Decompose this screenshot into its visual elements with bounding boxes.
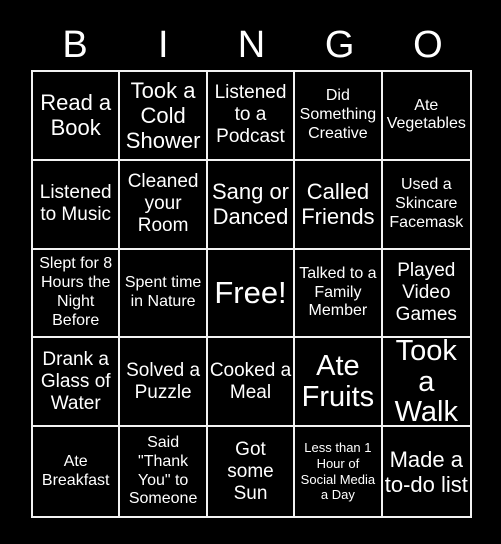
header-letter-n: N xyxy=(237,24,266,66)
bingo-header: B I N G O xyxy=(31,20,472,70)
bingo-cell-label: Solved a Puzzle xyxy=(126,359,201,403)
bingo-cell[interactable]: Read a Book xyxy=(33,72,121,161)
bingo-cell[interactable]: Solved a Puzzle xyxy=(120,338,208,428)
bingo-cell-label: Sang or Danced xyxy=(211,179,290,230)
bingo-cell-label: Called Friends xyxy=(301,179,375,230)
bingo-cell[interactable]: Cooked a Meal xyxy=(207,338,296,428)
bingo-cell-label: Used a Skincare Facemask xyxy=(389,175,464,231)
bingo-cell[interactable]: Ate Breakfast xyxy=(33,427,121,516)
bingo-cell-label: Read a Book xyxy=(40,90,112,141)
bingo-cell[interactable]: Listened to Music xyxy=(33,160,121,250)
bingo-cell[interactable]: Listened to a Podcast xyxy=(207,72,296,161)
bingo-cell-label: Said "Thank You" to Someone xyxy=(128,433,198,508)
header-letter-o: O xyxy=(413,24,443,66)
bingo-cell[interactable]: Made a to-do list xyxy=(382,427,470,516)
bingo-cell[interactable]: Called Friends xyxy=(295,160,383,250)
bingo-cell[interactable]: Used a Skincare Facemask xyxy=(382,160,470,250)
bingo-cell[interactable]: Ate Fruits xyxy=(295,338,383,428)
bingo-cell-label: Free! xyxy=(214,275,287,311)
bingo-grid: Read a Book Took a Cold Shower Listened to… xyxy=(31,70,472,518)
bingo-cell-label: Made a to-do list xyxy=(384,446,468,497)
bingo-cell[interactable]: Ate Vegetables xyxy=(382,72,470,161)
bingo-cell-label: Listened to a Podcast xyxy=(214,82,287,148)
bingo-cell[interactable]: Slept for 8 Hours the Night Before xyxy=(33,249,121,339)
bingo-cell-label: Took a Walk xyxy=(394,338,458,428)
bingo-cell[interactable]: Talked to a Family Member xyxy=(295,249,383,339)
bingo-cell[interactable]: Got some Sun xyxy=(207,427,296,516)
bingo-cell[interactable]: Did Something Creative xyxy=(295,72,383,161)
bingo-cell-label: Did Something Creative xyxy=(299,87,377,142)
bingo-cell-label: Took a Cold Shower xyxy=(125,77,201,153)
bingo-cell-label: Less than 1 Hour of Social Media a Day xyxy=(300,439,376,503)
bingo-cell[interactable]: Took a Cold Shower xyxy=(120,72,208,161)
bingo-cell[interactable]: Said "Thank You" to Someone xyxy=(120,427,208,516)
bingo-cell[interactable]: Sang or Danced xyxy=(207,160,296,250)
bingo-cell[interactable]: Played Video Games xyxy=(382,249,470,339)
bingo-cell[interactable]: Drank a Glass of Water xyxy=(33,338,121,428)
bingo-cell-label: Ate Fruits xyxy=(301,350,375,413)
bingo-cell-label: Spent time in Nature xyxy=(124,274,202,310)
bingo-cell-label: Slept for 8 Hours the Night Before xyxy=(39,255,113,329)
header-letter-i: I xyxy=(158,24,169,66)
bingo-cell-label: Ate Breakfast xyxy=(41,452,110,489)
bingo-card: B I N G O Read a Book Took a Cold Shower L… xyxy=(0,0,501,544)
bingo-cell-label: Played Video Games xyxy=(395,259,457,325)
header-letter-b: B xyxy=(62,24,88,66)
bingo-cell[interactable]: Spent time in Nature xyxy=(120,249,208,339)
bingo-cell-label: Talked to a Family Member xyxy=(299,264,377,320)
bingo-cell[interactable]: Less than 1 Hour of Social Media a Day xyxy=(295,427,383,516)
bingo-cell[interactable]: Took a Walk xyxy=(382,338,470,428)
bingo-cell-label: Got some Sun xyxy=(227,438,274,504)
bingo-cell-label: Ate Vegetables xyxy=(386,96,466,133)
bingo-cell-label: Cooked a Meal xyxy=(209,359,292,403)
bingo-cell[interactable]: Free! xyxy=(207,249,296,339)
bingo-cell[interactable]: Cleaned your Room xyxy=(120,160,208,250)
bingo-cell-label: Drank a Glass of Water xyxy=(40,348,111,414)
bingo-cell-label: Listened to Music xyxy=(39,182,112,226)
header-letter-g: G xyxy=(324,24,355,66)
bingo-cell-label: Cleaned your Room xyxy=(127,171,199,237)
